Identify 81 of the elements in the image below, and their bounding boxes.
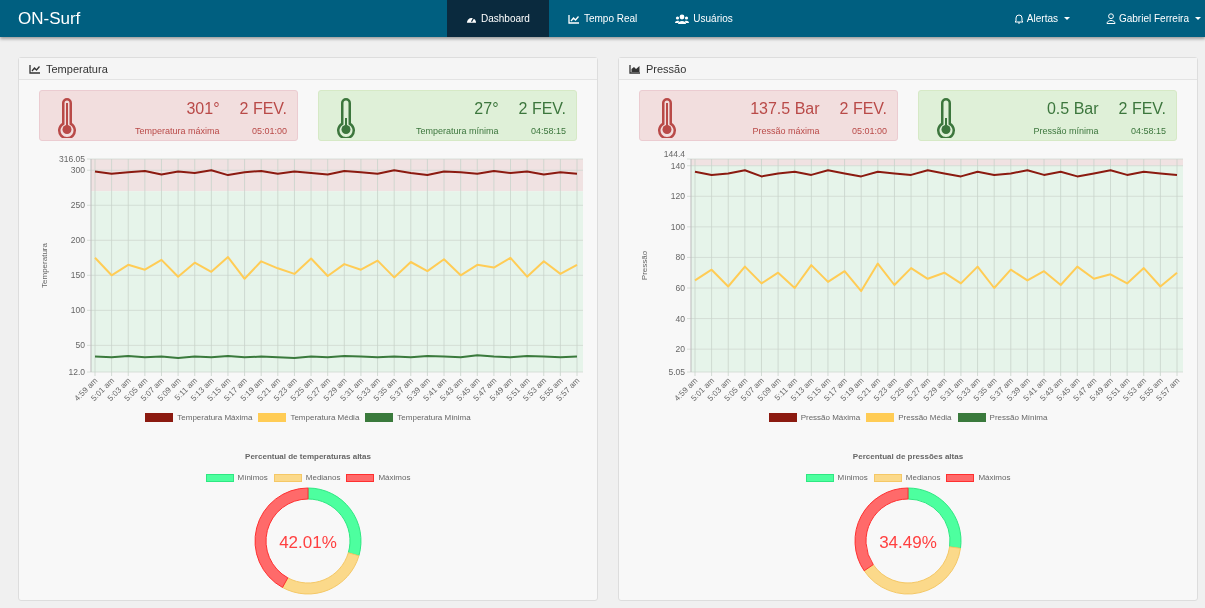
axis-title: Pressão bbox=[640, 250, 649, 281]
axis-label: 250 bbox=[70, 200, 85, 211]
percentage-label: 42.01% bbox=[279, 533, 337, 553]
stat-label: Temperatura mínima bbox=[415, 126, 499, 136]
legend-label: Mínimos bbox=[837, 473, 868, 482]
axis-label: 80 bbox=[675, 252, 685, 263]
stat-label: Temperatura máxima bbox=[134, 126, 220, 136]
stat-value: 0.5 Bar bbox=[1045, 100, 1099, 118]
legend-swatch bbox=[145, 413, 174, 422]
user-icon bbox=[1105, 13, 1116, 24]
legend-label: Temperatura Máxima bbox=[177, 413, 253, 422]
axis-label: 60 bbox=[675, 283, 685, 293]
nav-tab[interactable]: Dashboard bbox=[447, 0, 549, 37]
stat-date: 2 FEV. bbox=[839, 100, 887, 118]
chart-title: Percentual de pressões altas bbox=[852, 452, 964, 461]
legend-swatch bbox=[273, 473, 302, 482]
legend-swatch bbox=[258, 413, 287, 422]
axis-label: 316.05 bbox=[59, 154, 85, 164]
stat-date: 2 FEV. bbox=[518, 100, 566, 118]
stat-time: 05:01:00 bbox=[250, 126, 287, 136]
line-chart-icon bbox=[567, 13, 580, 24]
axis-label: 300 bbox=[70, 165, 85, 176]
axis-label: 150 bbox=[70, 270, 85, 281]
thermometer-icon bbox=[656, 98, 678, 138]
legend-label: Máximos bbox=[978, 473, 1011, 482]
legend-label: Pressão Mínima bbox=[989, 413, 1048, 422]
legend-swatch bbox=[946, 473, 975, 482]
axis-label: 100 bbox=[70, 305, 85, 316]
legend-label: Temperatura Mínima bbox=[397, 413, 471, 422]
stat-time: 05:01:00 bbox=[850, 126, 887, 136]
thermometer-icon bbox=[935, 98, 957, 138]
legend-swatch bbox=[866, 413, 895, 422]
axis-label: 144.4 bbox=[663, 149, 685, 159]
legend-label: Medianos bbox=[905, 473, 941, 482]
axis-label: 12.0 bbox=[68, 367, 85, 377]
stat-value: 137.5 Bar bbox=[749, 100, 820, 118]
legend-swatch bbox=[205, 473, 234, 482]
axis-label: 40 bbox=[675, 313, 685, 324]
brand-title[interactable]: ON-Surf bbox=[18, 8, 81, 29]
nav-tab[interactable]: Tempo Real bbox=[548, 0, 657, 37]
panel-title: Temperatura bbox=[46, 62, 108, 75]
legend-label: Medianos bbox=[305, 473, 341, 482]
axis-label: 120 bbox=[670, 191, 685, 202]
axis-label: 140 bbox=[670, 160, 685, 171]
legend-label: Mínimos bbox=[237, 473, 268, 482]
stat-label: Pressão máxima bbox=[751, 126, 820, 136]
stat-date: 2 FEV. bbox=[239, 100, 287, 118]
nav-tab[interactable]: Usuários bbox=[656, 0, 752, 37]
stat-date: 2 FEV. bbox=[1118, 100, 1166, 118]
chart-title: Percentual de temperaturas altas bbox=[245, 452, 371, 461]
legend-swatch bbox=[873, 473, 902, 482]
stat-value: 301° bbox=[185, 100, 220, 118]
users-icon bbox=[675, 13, 690, 24]
legend-label: Pressão Máxima bbox=[800, 413, 861, 422]
area-chart-icon bbox=[629, 63, 641, 74]
legend-label: Pressão Média bbox=[898, 413, 952, 422]
legend-swatch bbox=[805, 473, 834, 482]
legend-swatch bbox=[957, 413, 986, 422]
axis-label: 100 bbox=[670, 221, 685, 232]
percentage-label: 34.49% bbox=[879, 533, 937, 553]
axis-label: 50 bbox=[75, 340, 85, 351]
stat-label: Pressão mínima bbox=[1032, 126, 1099, 136]
nav-dropdown[interactable]: Alertas bbox=[995, 0, 1088, 37]
bell-icon bbox=[1013, 13, 1024, 24]
legend-swatch bbox=[768, 413, 797, 422]
stat-time: 04:58:15 bbox=[1129, 126, 1166, 136]
axis-title: Temperatura bbox=[40, 243, 49, 288]
axis-label: 5.05 bbox=[668, 367, 685, 377]
nav-dropdown[interactable]: Gabriel Ferreira bbox=[1087, 0, 1205, 37]
legend-swatch bbox=[346, 473, 375, 482]
stat-value: 27° bbox=[473, 100, 499, 118]
thermometer-icon bbox=[335, 98, 357, 138]
thermometer-icon bbox=[56, 98, 78, 138]
panel-title: Pressão bbox=[646, 62, 687, 75]
legend-label: Máximos bbox=[378, 473, 411, 482]
line-chart-icon bbox=[29, 63, 41, 74]
axis-label: 20 bbox=[675, 344, 685, 355]
axis-label: 200 bbox=[70, 235, 85, 246]
legend-label: Temperatura Média bbox=[290, 413, 360, 422]
legend-swatch bbox=[365, 413, 394, 422]
stat-time: 04:58:15 bbox=[529, 126, 566, 136]
